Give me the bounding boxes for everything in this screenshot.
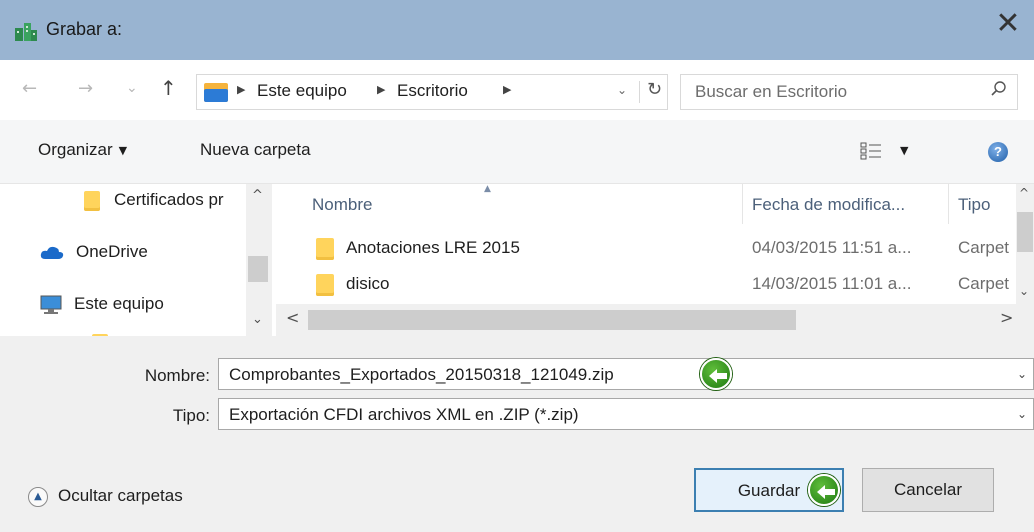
scroll-up-icon[interactable]: ^ xyxy=(1019,186,1029,200)
collapse-icon: ▲ xyxy=(28,486,48,507)
cancel-button-label: Cancelar xyxy=(893,480,963,499)
column-header-type[interactable]: Tipo xyxy=(958,190,990,226)
scroll-down-icon[interactable]: ⌄ xyxy=(252,312,263,327)
breadcrumb-separator-icon[interactable]: ▶ xyxy=(237,83,245,96)
address-divider xyxy=(639,81,640,103)
file-row[interactable]: Anotaciones LRE 2015 04/03/2015 11:51 a.… xyxy=(276,234,1010,264)
column-header-name[interactable]: Nombre xyxy=(312,190,372,226)
hide-folders-button[interactable]: ▲ Ocultar carpetas xyxy=(28,486,183,507)
address-dropdown-icon[interactable]: ⌄ xyxy=(617,83,627,97)
scrollbar-thumb[interactable] xyxy=(1017,212,1033,252)
file-type: Carpet xyxy=(958,274,1010,293)
file-type-value: Exportación CFDI archivos XML en .ZIP (*… xyxy=(229,405,579,424)
view-caret-down-icon[interactable]: ▼ xyxy=(900,144,908,157)
app-icon xyxy=(15,23,37,41)
refresh-icon[interactable]: ↻ xyxy=(647,79,662,100)
tree-item-label: Este equipo xyxy=(74,294,164,313)
search-box[interactable]: Buscar en Escritorio xyxy=(680,74,1018,110)
computer-icon xyxy=(40,295,62,314)
file-date: 14/03/2015 11:01 a... xyxy=(752,274,912,293)
sort-ascending-icon: ▲ xyxy=(484,184,491,194)
file-list-horizontal-scrollbar[interactable]: < > xyxy=(276,304,1034,336)
location-folder-icon xyxy=(204,83,228,102)
file-name-label: Nombre: xyxy=(144,366,210,385)
green-arrow-icon xyxy=(808,474,840,506)
save-form: Nombre: Comprobantes_Exportados_20150318… xyxy=(0,336,1034,532)
tree-item-label: OneDrive xyxy=(76,242,148,261)
organize-menu-button[interactable]: Organizar ▼ xyxy=(38,140,127,160)
tree-scrollbar[interactable]: ^ ⌄ xyxy=(246,184,272,336)
organize-label: Organizar xyxy=(38,140,113,159)
file-name: Anotaciones LRE 2015 xyxy=(346,238,520,257)
scroll-right-icon[interactable]: > xyxy=(1000,308,1013,327)
cancel-button[interactable]: Cancelar xyxy=(862,468,994,512)
column-separator[interactable] xyxy=(742,184,743,224)
file-list: ▲ Nombre Fecha de modifica... Tipo Anota… xyxy=(276,184,1034,336)
window-title: Grabar a: xyxy=(46,19,123,39)
tree-item-label: Certificados pr xyxy=(114,190,224,209)
search-icon[interactable] xyxy=(991,81,1007,97)
file-name-value: Comprobantes_Exportados_20150318_121049.… xyxy=(229,365,614,384)
breadcrumb-separator-icon[interactable]: ▶ xyxy=(377,83,385,96)
breadcrumb-este-equipo[interactable]: Este equipo xyxy=(257,81,347,101)
recent-locations-icon[interactable]: ⌄ xyxy=(126,80,138,96)
forward-arrow-icon[interactable]: → xyxy=(78,78,93,99)
breadcrumb-separator-icon[interactable]: ▶ xyxy=(503,83,511,96)
scroll-down-icon[interactable]: ⌄ xyxy=(1019,284,1029,298)
chevron-down-icon[interactable]: ⌄ xyxy=(1017,407,1027,421)
file-name: disico xyxy=(346,274,390,293)
column-header-date[interactable]: Fecha de modifica... xyxy=(752,190,905,226)
folder-icon xyxy=(316,238,334,260)
navigation-bar: ← → ⌄ ↑ ▶ Este equipo ▶ Escritorio ▶ ⌄ ↻… xyxy=(0,60,1034,120)
up-arrow-icon[interactable]: ↑ xyxy=(160,76,177,100)
file-date: 04/03/2015 11:51 a... xyxy=(752,238,912,257)
file-name-field[interactable]: Comprobantes_Exportados_20150318_121049.… xyxy=(218,358,1034,390)
folder-icon xyxy=(84,190,100,211)
tree-item-este-equipo[interactable]: Este equipo xyxy=(40,294,164,315)
breadcrumb-escritorio[interactable]: Escritorio xyxy=(397,81,468,101)
search-input[interactable]: Buscar en Escritorio xyxy=(695,82,847,102)
close-icon[interactable]: ✕ xyxy=(988,6,1028,46)
chevron-down-icon[interactable]: ⌄ xyxy=(1017,367,1027,381)
scrollbar-thumb[interactable] xyxy=(248,256,268,282)
green-arrow-icon xyxy=(700,358,732,390)
save-button-label: Guardar xyxy=(737,481,801,500)
command-toolbar: Organizar ▼ Nueva carpeta ▼ ? xyxy=(0,120,1034,184)
file-row[interactable]: disico 14/03/2015 11:01 a... Carpet xyxy=(276,270,1010,300)
file-type-select[interactable]: Exportación CFDI archivos XML en .ZIP (*… xyxy=(218,398,1034,430)
scroll-up-icon[interactable]: ^ xyxy=(252,188,263,203)
tree-item-onedrive[interactable]: OneDrive xyxy=(40,242,148,262)
file-list-vertical-scrollbar[interactable]: ^ ⌄ xyxy=(1016,184,1034,304)
hide-folders-label: Ocultar carpetas xyxy=(58,486,183,505)
view-options-icon[interactable] xyxy=(860,142,882,160)
file-type: Carpet xyxy=(958,238,1010,257)
address-bar[interactable]: ▶ Este equipo ▶ Escritorio ▶ ⌄ ↻ xyxy=(196,74,668,110)
cloud-icon xyxy=(40,246,64,259)
file-type-label: Tipo: xyxy=(172,406,210,425)
help-icon[interactable]: ? xyxy=(988,142,1008,162)
tree-item-certificados[interactable]: Certificados pr xyxy=(84,190,224,211)
back-arrow-icon[interactable]: ← xyxy=(22,78,37,99)
scroll-left-icon[interactable]: < xyxy=(286,308,299,327)
column-separator[interactable] xyxy=(948,184,949,224)
caret-down-icon: ▼ xyxy=(118,144,128,158)
title-bar: Grabar a: ✕ xyxy=(0,0,1034,60)
folder-icon xyxy=(316,274,334,296)
new-folder-button[interactable]: Nueva carpeta xyxy=(200,140,311,160)
navigation-pane: Certificados pr OneDrive Este equipo ^ ⌄ xyxy=(0,184,272,336)
scrollbar-thumb[interactable] xyxy=(308,310,796,330)
